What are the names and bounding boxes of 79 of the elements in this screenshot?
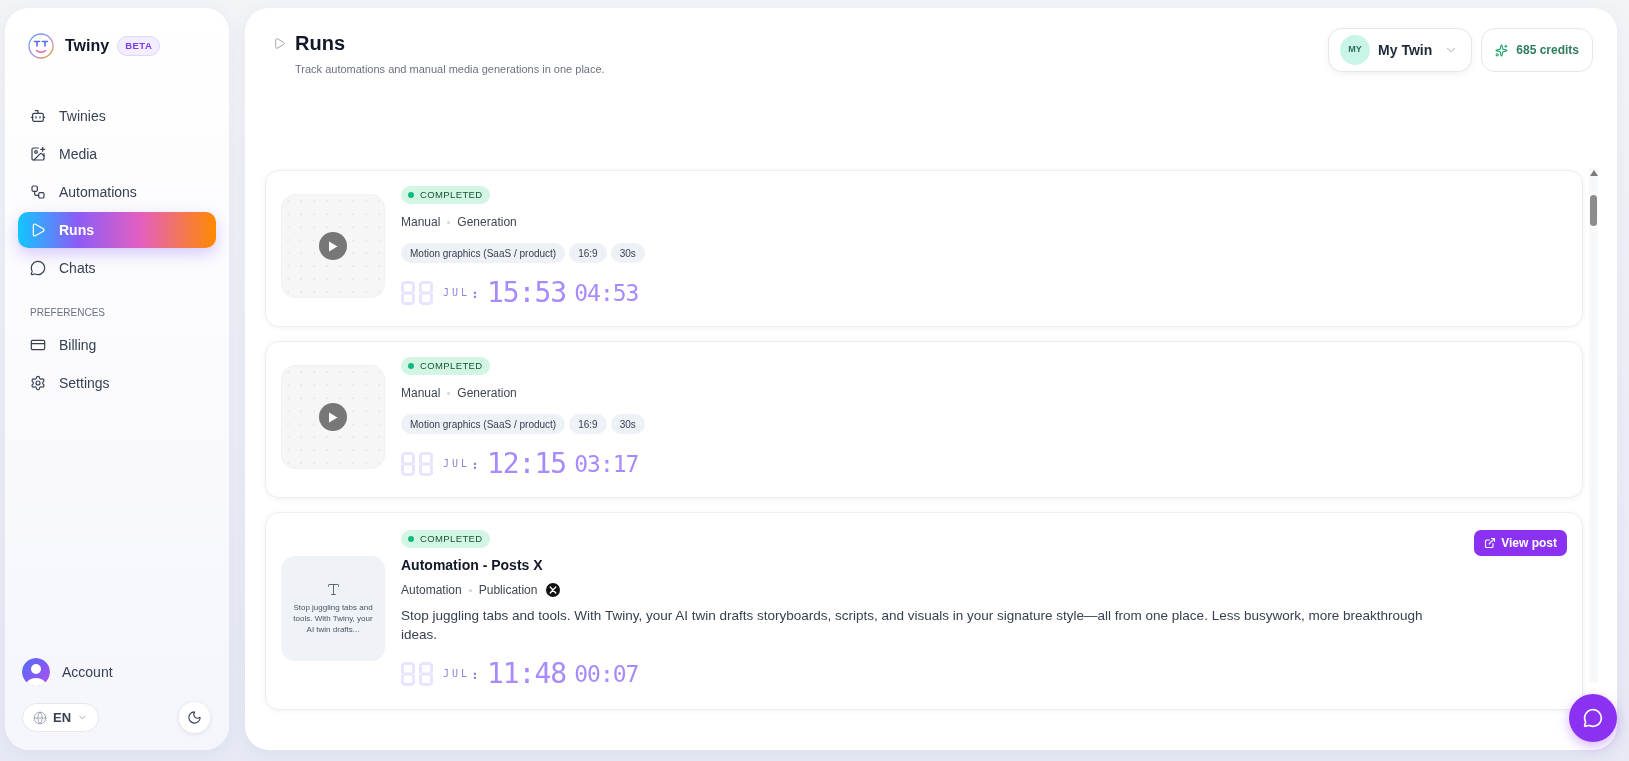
date-separator: : <box>471 286 479 300</box>
tag-chip: 16:9 <box>569 414 607 434</box>
play-button[interactable] <box>319 403 347 431</box>
page-title: Runs <box>295 31 345 56</box>
account-button[interactable]: Account <box>18 658 216 686</box>
run-time: 11:48 <box>486 660 567 688</box>
image-plus-icon <box>30 146 46 162</box>
unlit-digits-icon <box>401 281 433 305</box>
tag-chip: 30s <box>610 414 645 434</box>
chat-bubble-icon <box>30 260 46 276</box>
run-meta-text: Generation <box>457 385 517 401</box>
brand-name: Twiny <box>65 36 110 56</box>
run-meta-text: Manual <box>401 385 441 401</box>
credits-button[interactable]: 685 credits <box>1481 28 1593 72</box>
theme-toggle-button[interactable] <box>179 702 210 733</box>
settings-icon <box>30 375 46 391</box>
tag-chip: 16:9 <box>569 243 607 263</box>
unlit-digits-icon <box>401 662 433 686</box>
run-description: Stop juggling tabs and tools. With Twiny, your AI twin drafts storyboards, scripts, and visuals in your signature style—all from one place. Less busywork, more breakthrough ideas. <box>401 607 1424 644</box>
status-text: COMPLETED <box>420 187 483 202</box>
scrollbar-thumb[interactable] <box>1590 195 1597 226</box>
dot-separator-icon <box>468 588 472 592</box>
date-separator: : <box>471 667 479 681</box>
nav-item[interactable]: Automations <box>18 174 216 210</box>
unlit-digits-icon <box>401 452 433 476</box>
run-meta-text: Automation <box>401 582 462 598</box>
tag-chip: 30s <box>610 243 645 263</box>
nav-item[interactable]: Runs <box>18 212 216 248</box>
preview-text: Stop juggling tabs and tools. With Twiny, your AI twin drafts... <box>292 602 374 635</box>
run-meta-text: Manual <box>401 214 441 230</box>
play-button[interactable] <box>319 232 347 260</box>
chat-bubble-icon <box>1583 708 1603 728</box>
robot-icon <box>30 108 46 124</box>
sparkles-icon <box>1495 43 1509 57</box>
status-text: COMPLETED <box>420 531 483 546</box>
play-icon <box>30 222 46 238</box>
play-icon <box>328 240 338 252</box>
dot-separator-icon <box>447 220 451 224</box>
section-label: PREFERENCES <box>29 306 106 320</box>
nav-item[interactable]: Settings <box>18 365 216 401</box>
run-time: 15:53 <box>486 279 567 307</box>
run-meta-text: Publication <box>478 582 538 598</box>
run-duration: 00:07 <box>574 662 639 686</box>
view-post-button[interactable]: View post <box>1474 530 1567 556</box>
status-text: COMPLETED <box>420 358 483 373</box>
twin-avatar: MY <box>1340 35 1371 65</box>
language-selector[interactable]: EN <box>22 703 100 732</box>
run-time: 12:15 <box>486 450 567 478</box>
nav-item[interactable]: Media <box>18 136 216 172</box>
month-label: JUL <box>443 288 471 298</box>
month-label: JUL <box>443 669 471 679</box>
moon-icon <box>187 710 202 725</box>
credit-card-icon <box>30 337 46 353</box>
run-duration: 04:53 <box>574 281 639 305</box>
beta-badge: BETA <box>117 35 161 57</box>
run-title: Automation - Posts X <box>401 556 544 574</box>
tag-chip: Motion graphics (SaaS / product) <box>401 414 566 434</box>
play-outline-icon <box>273 36 286 50</box>
scroll-up-arrow-icon[interactable] <box>1589 170 1598 176</box>
nav-item[interactable]: Twinies <box>18 98 216 134</box>
nav-item[interactable]: Billing <box>18 327 216 363</box>
page-subtitle: Track automations and manual media generations in one place. <box>294 62 605 77</box>
month-label: JUL <box>443 459 471 469</box>
workflow-icon <box>30 184 46 200</box>
date-separator: : <box>471 457 479 471</box>
tag-chip: Motion graphics (SaaS / product) <box>401 243 566 263</box>
external-link-icon <box>1484 537 1497 549</box>
dot-separator-icon <box>447 391 451 395</box>
globe-icon <box>33 710 47 725</box>
x-logo-icon <box>546 583 561 597</box>
logo-icon <box>28 33 54 59</box>
avatar-icon <box>22 658 50 686</box>
nav-item[interactable]: Chats <box>18 250 216 286</box>
run-duration: 03:17 <box>574 452 639 476</box>
play-icon <box>328 411 338 423</box>
twin-name: My Twin <box>1378 40 1433 60</box>
twin-selector[interactable]: MY My Twin <box>1328 28 1473 72</box>
text-type-icon <box>325 582 341 597</box>
run-meta-text: Generation <box>457 214 517 230</box>
